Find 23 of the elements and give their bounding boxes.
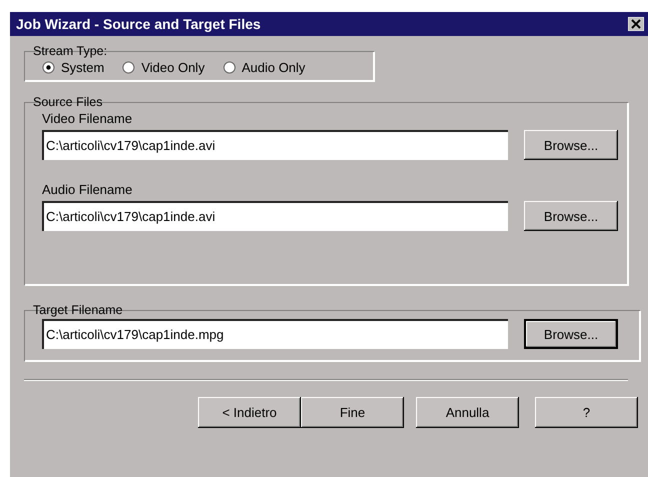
radio-option[interactable]: System bbox=[42, 60, 104, 75]
filename-field[interactable]: C:\articoli\cv179\cap1inde.avi bbox=[42, 130, 508, 160]
dialog-button[interactable]: Annulla bbox=[416, 397, 519, 428]
dialog-button[interactable]: ? bbox=[535, 397, 638, 428]
radio-button[interactable] bbox=[122, 61, 136, 74]
radio-button[interactable] bbox=[42, 61, 55, 74]
filename-field[interactable]: C:\articoli\cv179\cap1inde.avi bbox=[42, 201, 508, 231]
close-icon[interactable] bbox=[628, 17, 644, 31]
field-label: Audio Filename bbox=[42, 182, 134, 197]
window-title: Job Wizard - Source and Target Files bbox=[16, 16, 261, 32]
radio-option[interactable]: Audio Only bbox=[222, 60, 306, 75]
group-label: Stream Type: bbox=[32, 44, 108, 58]
browse-button[interactable]: Browse... bbox=[524, 201, 618, 231]
field-label: Video Filename bbox=[42, 111, 134, 126]
filename-field[interactable]: C:\articoli\cv179\cap1inde.mpg bbox=[42, 319, 508, 349]
radio-option[interactable]: Video Only bbox=[122, 60, 205, 75]
browse-button[interactable]: Browse... bbox=[524, 319, 618, 349]
group-label: Target Filename bbox=[32, 303, 124, 317]
dialog-button[interactable]: < Indietro bbox=[198, 397, 301, 428]
browse-button[interactable]: Browse... bbox=[524, 130, 618, 160]
radio-button[interactable] bbox=[222, 61, 236, 74]
dialog-button[interactable]: Fine bbox=[301, 397, 404, 428]
group-label: Source Files bbox=[32, 95, 104, 109]
